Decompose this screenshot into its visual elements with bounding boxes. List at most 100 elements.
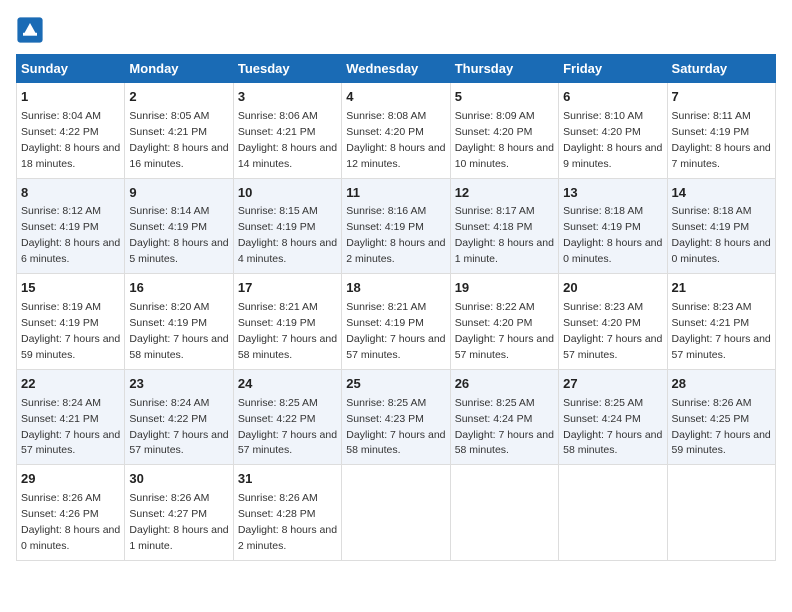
calendar-day-cell: 30 Sunrise: 8:26 AMSunset: 4:27 PMDaylig… <box>125 465 233 561</box>
calendar-day-cell: 21 Sunrise: 8:23 AMSunset: 4:21 PMDaylig… <box>667 274 775 370</box>
day-number: 18 <box>346 279 445 298</box>
calendar-row: 8 Sunrise: 8:12 AMSunset: 4:19 PMDayligh… <box>17 178 776 274</box>
day-number: 30 <box>129 470 228 489</box>
day-number: 13 <box>563 184 662 203</box>
day-number: 19 <box>455 279 554 298</box>
day-info: Sunrise: 8:09 AMSunset: 4:20 PMDaylight:… <box>455 110 554 170</box>
day-number: 12 <box>455 184 554 203</box>
header-sunday: Sunday <box>17 55 125 83</box>
calendar-day-cell: 22 Sunrise: 8:24 AMSunset: 4:21 PMDaylig… <box>17 369 125 465</box>
calendar-day-cell: 18 Sunrise: 8:21 AMSunset: 4:19 PMDaylig… <box>342 274 450 370</box>
day-info: Sunrise: 8:26 AMSunset: 4:26 PMDaylight:… <box>21 492 120 552</box>
day-info: Sunrise: 8:04 AMSunset: 4:22 PMDaylight:… <box>21 110 120 170</box>
day-number: 31 <box>238 470 337 489</box>
day-info: Sunrise: 8:17 AMSunset: 4:18 PMDaylight:… <box>455 205 554 265</box>
day-number: 7 <box>672 88 771 107</box>
day-number: 5 <box>455 88 554 107</box>
calendar-day-cell: 17 Sunrise: 8:21 AMSunset: 4:19 PMDaylig… <box>233 274 341 370</box>
calendar-day-cell: 24 Sunrise: 8:25 AMSunset: 4:22 PMDaylig… <box>233 369 341 465</box>
day-number: 15 <box>21 279 120 298</box>
calendar-row: 22 Sunrise: 8:24 AMSunset: 4:21 PMDaylig… <box>17 369 776 465</box>
day-info: Sunrise: 8:18 AMSunset: 4:19 PMDaylight:… <box>672 205 771 265</box>
calendar-day-cell: 26 Sunrise: 8:25 AMSunset: 4:24 PMDaylig… <box>450 369 558 465</box>
empty-cell <box>450 465 558 561</box>
day-info: Sunrise: 8:21 AMSunset: 4:19 PMDaylight:… <box>346 301 445 361</box>
calendar-day-cell: 28 Sunrise: 8:26 AMSunset: 4:25 PMDaylig… <box>667 369 775 465</box>
day-info: Sunrise: 8:15 AMSunset: 4:19 PMDaylight:… <box>238 205 337 265</box>
day-info: Sunrise: 8:18 AMSunset: 4:19 PMDaylight:… <box>563 205 662 265</box>
empty-cell <box>342 465 450 561</box>
header-friday: Friday <box>559 55 667 83</box>
day-info: Sunrise: 8:19 AMSunset: 4:19 PMDaylight:… <box>21 301 120 361</box>
calendar-day-cell: 10 Sunrise: 8:15 AMSunset: 4:19 PMDaylig… <box>233 178 341 274</box>
day-info: Sunrise: 8:25 AMSunset: 4:24 PMDaylight:… <box>455 397 554 457</box>
header-saturday: Saturday <box>667 55 775 83</box>
day-number: 29 <box>21 470 120 489</box>
calendar-day-cell: 31 Sunrise: 8:26 AMSunset: 4:28 PMDaylig… <box>233 465 341 561</box>
day-info: Sunrise: 8:25 AMSunset: 4:24 PMDaylight:… <box>563 397 662 457</box>
header-tuesday: Tuesday <box>233 55 341 83</box>
day-number: 21 <box>672 279 771 298</box>
calendar-day-cell: 16 Sunrise: 8:20 AMSunset: 4:19 PMDaylig… <box>125 274 233 370</box>
day-info: Sunrise: 8:24 AMSunset: 4:21 PMDaylight:… <box>21 397 120 457</box>
calendar-day-cell: 23 Sunrise: 8:24 AMSunset: 4:22 PMDaylig… <box>125 369 233 465</box>
day-number: 22 <box>21 375 120 394</box>
day-number: 4 <box>346 88 445 107</box>
day-number: 23 <box>129 375 228 394</box>
header <box>16 16 776 44</box>
calendar-row: 15 Sunrise: 8:19 AMSunset: 4:19 PMDaylig… <box>17 274 776 370</box>
day-number: 20 <box>563 279 662 298</box>
day-info: Sunrise: 8:22 AMSunset: 4:20 PMDaylight:… <box>455 301 554 361</box>
day-number: 27 <box>563 375 662 394</box>
calendar-day-cell: 27 Sunrise: 8:25 AMSunset: 4:24 PMDaylig… <box>559 369 667 465</box>
day-number: 28 <box>672 375 771 394</box>
calendar-day-cell: 1 Sunrise: 8:04 AMSunset: 4:22 PMDayligh… <box>17 83 125 179</box>
day-number: 1 <box>21 88 120 107</box>
calendar-day-cell: 9 Sunrise: 8:14 AMSunset: 4:19 PMDayligh… <box>125 178 233 274</box>
day-info: Sunrise: 8:16 AMSunset: 4:19 PMDaylight:… <box>346 205 445 265</box>
day-info: Sunrise: 8:14 AMSunset: 4:19 PMDaylight:… <box>129 205 228 265</box>
day-info: Sunrise: 8:08 AMSunset: 4:20 PMDaylight:… <box>346 110 445 170</box>
header-thursday: Thursday <box>450 55 558 83</box>
calendar-day-cell: 6 Sunrise: 8:10 AMSunset: 4:20 PMDayligh… <box>559 83 667 179</box>
day-info: Sunrise: 8:05 AMSunset: 4:21 PMDaylight:… <box>129 110 228 170</box>
day-info: Sunrise: 8:23 AMSunset: 4:21 PMDaylight:… <box>672 301 771 361</box>
day-info: Sunrise: 8:21 AMSunset: 4:19 PMDaylight:… <box>238 301 337 361</box>
day-info: Sunrise: 8:10 AMSunset: 4:20 PMDaylight:… <box>563 110 662 170</box>
day-info: Sunrise: 8:23 AMSunset: 4:20 PMDaylight:… <box>563 301 662 361</box>
calendar-day-cell: 19 Sunrise: 8:22 AMSunset: 4:20 PMDaylig… <box>450 274 558 370</box>
calendar-table: Sunday Monday Tuesday Wednesday Thursday… <box>16 54 776 561</box>
day-info: Sunrise: 8:25 AMSunset: 4:23 PMDaylight:… <box>346 397 445 457</box>
logo <box>16 16 48 44</box>
day-number: 8 <box>21 184 120 203</box>
day-number: 25 <box>346 375 445 394</box>
day-number: 3 <box>238 88 337 107</box>
empty-cell <box>667 465 775 561</box>
day-info: Sunrise: 8:06 AMSunset: 4:21 PMDaylight:… <box>238 110 337 170</box>
day-info: Sunrise: 8:26 AMSunset: 4:27 PMDaylight:… <box>129 492 228 552</box>
day-number: 2 <box>129 88 228 107</box>
day-number: 14 <box>672 184 771 203</box>
calendar-day-cell: 14 Sunrise: 8:18 AMSunset: 4:19 PMDaylig… <box>667 178 775 274</box>
day-info: Sunrise: 8:26 AMSunset: 4:25 PMDaylight:… <box>672 397 771 457</box>
day-number: 6 <box>563 88 662 107</box>
calendar-day-cell: 25 Sunrise: 8:25 AMSunset: 4:23 PMDaylig… <box>342 369 450 465</box>
calendar-day-cell: 13 Sunrise: 8:18 AMSunset: 4:19 PMDaylig… <box>559 178 667 274</box>
day-number: 24 <box>238 375 337 394</box>
empty-cell <box>559 465 667 561</box>
day-info: Sunrise: 8:25 AMSunset: 4:22 PMDaylight:… <box>238 397 337 457</box>
calendar-day-cell: 3 Sunrise: 8:06 AMSunset: 4:21 PMDayligh… <box>233 83 341 179</box>
day-info: Sunrise: 8:11 AMSunset: 4:19 PMDaylight:… <box>672 110 771 170</box>
calendar-day-cell: 7 Sunrise: 8:11 AMSunset: 4:19 PMDayligh… <box>667 83 775 179</box>
calendar-day-cell: 12 Sunrise: 8:17 AMSunset: 4:18 PMDaylig… <box>450 178 558 274</box>
day-info: Sunrise: 8:26 AMSunset: 4:28 PMDaylight:… <box>238 492 337 552</box>
logo-icon <box>16 16 44 44</box>
day-number: 16 <box>129 279 228 298</box>
calendar-row: 1 Sunrise: 8:04 AMSunset: 4:22 PMDayligh… <box>17 83 776 179</box>
header-row: Sunday Monday Tuesday Wednesday Thursday… <box>17 55 776 83</box>
day-number: 17 <box>238 279 337 298</box>
calendar-day-cell: 5 Sunrise: 8:09 AMSunset: 4:20 PMDayligh… <box>450 83 558 179</box>
calendar-day-cell: 11 Sunrise: 8:16 AMSunset: 4:19 PMDaylig… <box>342 178 450 274</box>
calendar-day-cell: 15 Sunrise: 8:19 AMSunset: 4:19 PMDaylig… <box>17 274 125 370</box>
calendar-day-cell: 4 Sunrise: 8:08 AMSunset: 4:20 PMDayligh… <box>342 83 450 179</box>
